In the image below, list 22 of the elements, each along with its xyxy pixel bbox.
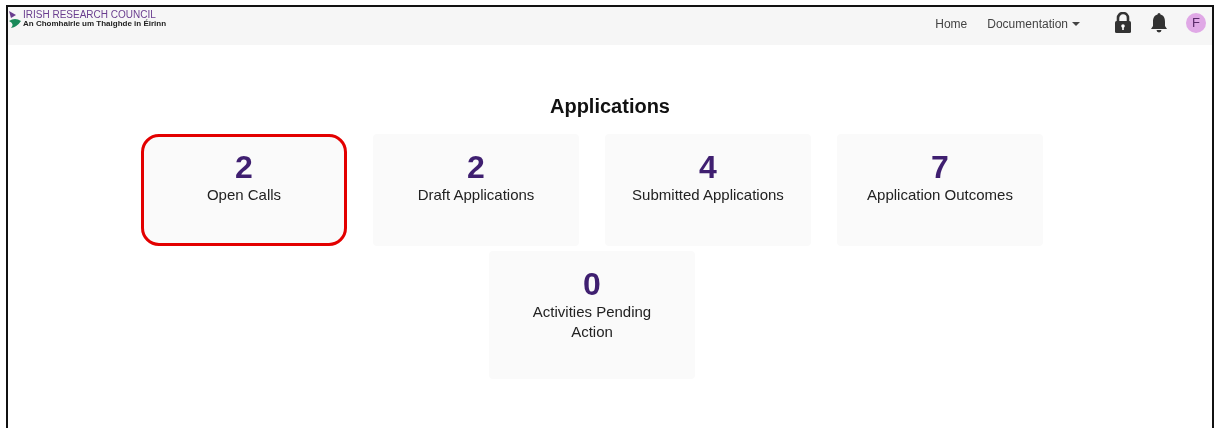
tile-count: 7	[931, 151, 949, 185]
tile-label: Activities Pending Action	[531, 301, 653, 342]
nav-dropdown[interactable]: Documentation	[987, 17, 1080, 31]
tile-label: Application Outcomes	[866, 184, 1014, 205]
lock-icon[interactable]	[1114, 12, 1132, 33]
tile-label: Draft Applications	[416, 184, 536, 205]
summary-tile[interactable]: 7 Application Outcomes	[837, 134, 1043, 246]
summary-tile[interactable]: 4 Submitted Applications	[605, 134, 811, 246]
logo-icon	[8, 9, 22, 29]
tile-label: Submitted Applications	[631, 184, 785, 205]
notification-bell-icon[interactable]	[1150, 12, 1168, 33]
summary-tile[interactable]: 2 Open Calls	[141, 134, 347, 246]
tile-label: Open Calls	[205, 184, 283, 205]
tile-count: 0	[583, 268, 601, 302]
tile-count: 4	[699, 151, 717, 185]
tile-count: 2	[235, 151, 253, 185]
tile-count: 2	[467, 151, 485, 185]
summary-tile[interactable]: 0 Activities Pending Action	[489, 251, 695, 379]
nav-link[interactable]: Home	[935, 17, 968, 31]
page-heading: Applications	[549, 95, 671, 118]
user-avatar[interactable]: F	[1186, 12, 1206, 33]
summary-tile[interactable]: 2 Draft Applications	[373, 134, 579, 246]
